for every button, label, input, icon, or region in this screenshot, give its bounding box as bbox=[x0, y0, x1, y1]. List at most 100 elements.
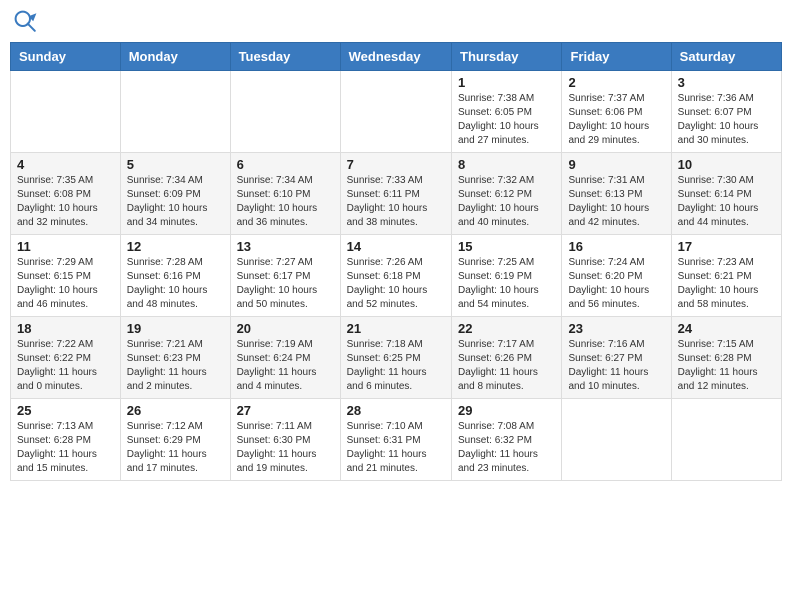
calendar-cell bbox=[671, 399, 781, 481]
day-number: 29 bbox=[458, 403, 555, 418]
calendar-week-4: 18Sunrise: 7:22 AM Sunset: 6:22 PM Dayli… bbox=[11, 317, 782, 399]
day-info: Sunrise: 7:27 AM Sunset: 6:17 PM Dayligh… bbox=[237, 256, 334, 312]
day-info: Sunrise: 7:16 AM Sunset: 6:27 PM Dayligh… bbox=[568, 338, 664, 394]
day-number: 1 bbox=[458, 75, 555, 90]
calendar-cell: 13Sunrise: 7:27 AM Sunset: 6:17 PM Dayli… bbox=[230, 235, 340, 317]
calendar-cell: 20 Sunrise: 7:19 AM Sunset: 6:24 PM Dayli… bbox=[230, 317, 340, 399]
day-header-thursday: Thursday bbox=[452, 43, 562, 71]
day-header-wednesday: Wednesday bbox=[340, 43, 451, 71]
day-info: Sunrise: 7:24 AM Sunset: 6:20 PM Dayligh… bbox=[568, 256, 664, 312]
calendar-cell: 18Sunrise: 7:22 AM Sunset: 6:22 PM Dayli… bbox=[11, 317, 121, 399]
day-number: 14 bbox=[347, 239, 445, 254]
day-number: 17 bbox=[678, 239, 775, 254]
day-number: 24 bbox=[678, 321, 775, 336]
calendar-cell: 9 Sunrise: 7:31 AM Sunset: 6:13 PM Daylig… bbox=[562, 153, 671, 235]
calendar-cell: 8 Sunrise: 7:32 AM Sunset: 6:12 PM Daylig… bbox=[452, 153, 562, 235]
calendar-cell: 22 Sunrise: 7:17 AM Sunset: 6:26 PM Dayli… bbox=[452, 317, 562, 399]
calendar-cell: 16 Sunrise: 7:24 AM Sunset: 6:20 PM Dayli… bbox=[562, 235, 671, 317]
logo bbox=[14, 10, 40, 34]
calendar-cell: 6Sunrise: 7:34 AM Sunset: 6:10 PM Daylig… bbox=[230, 153, 340, 235]
day-number: 11 bbox=[17, 239, 114, 254]
day-info: Sunrise: 7:34 AM Sunset: 6:09 PM Dayligh… bbox=[127, 174, 224, 230]
day-info: Sunrise: 7:28 AM Sunset: 6:16 PM Dayligh… bbox=[127, 256, 224, 312]
day-number: 4 bbox=[17, 157, 114, 172]
day-info: Sunrise: 7:25 AM Sunset: 6:19 PM Dayligh… bbox=[458, 256, 555, 312]
day-info: Sunrise: 7:23 AM Sunset: 6:21 PM Dayligh… bbox=[678, 256, 775, 312]
calendar-cell: 5Sunrise: 7:34 AM Sunset: 6:09 PM Daylig… bbox=[120, 153, 230, 235]
day-number: 25 bbox=[17, 403, 114, 418]
day-info: Sunrise: 7:18 AM Sunset: 6:25 PM Dayligh… bbox=[347, 338, 445, 394]
day-number: 18 bbox=[17, 321, 114, 336]
day-number: 22 bbox=[458, 321, 555, 336]
calendar-cell: 23 Sunrise: 7:16 AM Sunset: 6:27 PM Dayli… bbox=[562, 317, 671, 399]
calendar-cell bbox=[340, 71, 451, 153]
calendar-week-5: 25 Sunrise: 7:13 AM Sunset: 6:28 PM Dayli… bbox=[11, 399, 782, 481]
day-number: 28 bbox=[347, 403, 445, 418]
day-info: Sunrise: 7:15 AM Sunset: 6:28 PM Dayligh… bbox=[678, 338, 775, 394]
day-number: 9 bbox=[568, 157, 664, 172]
day-number: 27 bbox=[237, 403, 334, 418]
day-info: Sunrise: 7:30 AM Sunset: 6:14 PM Dayligh… bbox=[678, 174, 775, 230]
day-number: 2 bbox=[568, 75, 664, 90]
calendar-cell: 10 Sunrise: 7:30 AM Sunset: 6:14 PM Dayli… bbox=[671, 153, 781, 235]
calendar-cell: 12 Sunrise: 7:28 AM Sunset: 6:16 PM Dayli… bbox=[120, 235, 230, 317]
calendar-week-3: 11 Sunrise: 7:29 AM Sunset: 6:15 PM Dayli… bbox=[11, 235, 782, 317]
day-number: 15 bbox=[458, 239, 555, 254]
calendar-cell: 19 Sunrise: 7:21 AM Sunset: 6:23 PM Dayli… bbox=[120, 317, 230, 399]
day-header-sunday: Sunday bbox=[11, 43, 121, 71]
calendar-cell: 25 Sunrise: 7:13 AM Sunset: 6:28 PM Dayli… bbox=[11, 399, 121, 481]
calendar-cell: 14 Sunrise: 7:26 AM Sunset: 6:18 PM Dayli… bbox=[340, 235, 451, 317]
day-info: Sunrise: 7:19 AM Sunset: 6:24 PM Dayligh… bbox=[237, 338, 334, 394]
calendar-cell bbox=[230, 71, 340, 153]
day-header-monday: Monday bbox=[120, 43, 230, 71]
calendar-cell bbox=[562, 399, 671, 481]
day-header-saturday: Saturday bbox=[671, 43, 781, 71]
day-info: Sunrise: 7:10 AM Sunset: 6:31 PM Dayligh… bbox=[347, 420, 445, 476]
day-info: Sunrise: 7:11 AM Sunset: 6:30 PM Dayligh… bbox=[237, 420, 334, 476]
calendar-cell: 21 Sunrise: 7:18 AM Sunset: 6:25 PM Dayli… bbox=[340, 317, 451, 399]
day-info: Sunrise: 7:38 AM Sunset: 6:05 PM Dayligh… bbox=[458, 92, 555, 148]
calendar-header-row: SundayMondayTuesdayWednesdayThursdayFrid… bbox=[11, 43, 782, 71]
day-number: 12 bbox=[127, 239, 224, 254]
calendar-cell: 24 Sunrise: 7:15 AM Sunset: 6:28 PM Dayli… bbox=[671, 317, 781, 399]
day-info: Sunrise: 7:21 AM Sunset: 6:23 PM Dayligh… bbox=[127, 338, 224, 394]
calendar-cell: 11 Sunrise: 7:29 AM Sunset: 6:15 PM Dayli… bbox=[11, 235, 121, 317]
day-info: Sunrise: 7:33 AM Sunset: 6:11 PM Dayligh… bbox=[347, 174, 445, 230]
day-number: 10 bbox=[678, 157, 775, 172]
calendar-cell: 2Sunrise: 7:37 AM Sunset: 6:06 PM Daylig… bbox=[562, 71, 671, 153]
logo-icon bbox=[14, 10, 38, 34]
calendar-cell: 1 Sunrise: 7:38 AM Sunset: 6:05 PM Daylig… bbox=[452, 71, 562, 153]
calendar-cell: 26 Sunrise: 7:12 AM Sunset: 6:29 PM Dayli… bbox=[120, 399, 230, 481]
day-number: 16 bbox=[568, 239, 664, 254]
page-header bbox=[10, 10, 782, 34]
day-info: Sunrise: 7:26 AM Sunset: 6:18 PM Dayligh… bbox=[347, 256, 445, 312]
calendar-cell: 29 Sunrise: 7:08 AM Sunset: 6:32 PM Dayli… bbox=[452, 399, 562, 481]
day-info: Sunrise: 7:08 AM Sunset: 6:32 PM Dayligh… bbox=[458, 420, 555, 476]
calendar-cell: 3 Sunrise: 7:36 AM Sunset: 6:07 PM Daylig… bbox=[671, 71, 781, 153]
day-number: 26 bbox=[127, 403, 224, 418]
day-number: 20 bbox=[237, 321, 334, 336]
day-header-tuesday: Tuesday bbox=[230, 43, 340, 71]
day-number: 8 bbox=[458, 157, 555, 172]
day-info: Sunrise: 7:36 AM Sunset: 6:07 PM Dayligh… bbox=[678, 92, 775, 148]
calendar-cell bbox=[120, 71, 230, 153]
day-info: Sunrise: 7:17 AM Sunset: 6:26 PM Dayligh… bbox=[458, 338, 555, 394]
calendar-cell: 15 Sunrise: 7:25 AM Sunset: 6:19 PM Dayli… bbox=[452, 235, 562, 317]
calendar-table: SundayMondayTuesdayWednesdayThursdayFrid… bbox=[10, 42, 782, 481]
day-number: 3 bbox=[678, 75, 775, 90]
day-number: 21 bbox=[347, 321, 445, 336]
day-number: 23 bbox=[568, 321, 664, 336]
calendar-cell: 28 Sunrise: 7:10 AM Sunset: 6:31 PM Dayli… bbox=[340, 399, 451, 481]
day-info: Sunrise: 7:29 AM Sunset: 6:15 PM Dayligh… bbox=[17, 256, 114, 312]
day-info: Sunrise: 7:31 AM Sunset: 6:13 PM Dayligh… bbox=[568, 174, 664, 230]
day-info: Sunrise: 7:35 AM Sunset: 6:08 PM Dayligh… bbox=[17, 174, 114, 230]
calendar-cell: 27 Sunrise: 7:11 AM Sunset: 6:30 PM Dayli… bbox=[230, 399, 340, 481]
day-number: 7 bbox=[347, 157, 445, 172]
day-info: Sunrise: 7:32 AM Sunset: 6:12 PM Dayligh… bbox=[458, 174, 555, 230]
day-info: Sunrise: 7:13 AM Sunset: 6:28 PM Dayligh… bbox=[17, 420, 114, 476]
calendar-week-1: 1 Sunrise: 7:38 AM Sunset: 6:05 PM Daylig… bbox=[11, 71, 782, 153]
calendar-week-2: 4 Sunrise: 7:35 AM Sunset: 6:08 PM Daylig… bbox=[11, 153, 782, 235]
day-number: 19 bbox=[127, 321, 224, 336]
day-info: Sunrise: 7:12 AM Sunset: 6:29 PM Dayligh… bbox=[127, 420, 224, 476]
calendar-cell bbox=[11, 71, 121, 153]
